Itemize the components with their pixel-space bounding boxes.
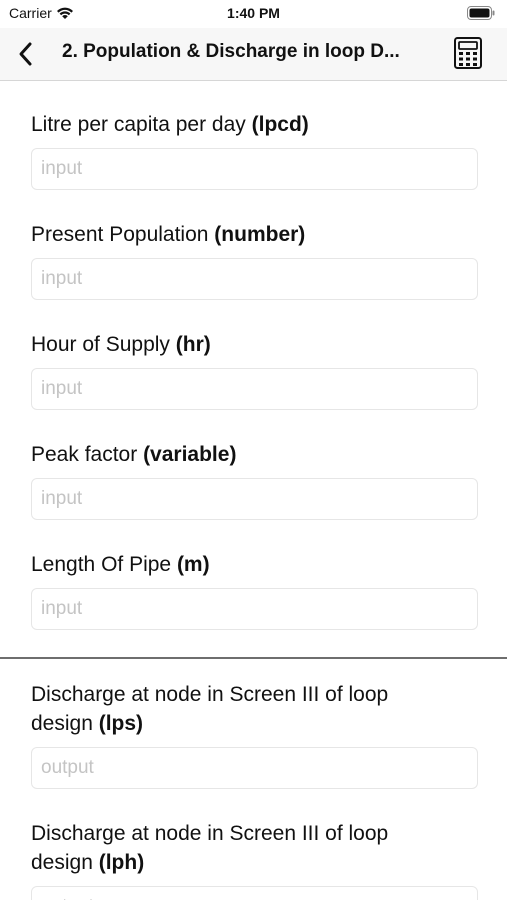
screen: Carrier 1:40 PM 2. Population & Discharg… (0, 0, 507, 900)
field-label-text: Litre per capita per day (31, 113, 252, 136)
field-label-text: Peak factor (31, 443, 144, 466)
status-bar: Carrier 1:40 PM (0, 0, 507, 28)
field-label-text: design (31, 712, 99, 735)
field-discharge-lph: Discharge at node in Screen III of loop … (0, 819, 507, 900)
section-divider (0, 657, 507, 659)
lpcd-input[interactable] (31, 148, 478, 190)
field-label-text: Discharge at node in Screen III of loop (31, 822, 389, 845)
field-label-text: Discharge at node in Screen III of loop (31, 683, 389, 706)
field-label: Present Population (number) (31, 220, 478, 249)
field-unit: (lph) (98, 851, 145, 874)
present-population-input[interactable] (31, 258, 478, 300)
field-label: Litre per capita per day (lpcd) (31, 110, 478, 139)
field-unit: (number) (214, 223, 306, 246)
hour-of-supply-input[interactable] (31, 368, 478, 410)
field-length-of-pipe: Length Of Pipe (m) (0, 550, 507, 630)
page-title: 2. Population & Discharge in loop D... (62, 41, 400, 62)
navigation-bar: 2. Population & Discharge in loop D... (0, 28, 507, 81)
chevron-left-icon (19, 42, 32, 66)
field-unit: (lps) (98, 712, 144, 735)
field-label: Hour of Supply (hr) (31, 330, 478, 359)
field-unit: (variable) (143, 443, 237, 466)
discharge-lps-output[interactable] (31, 747, 478, 789)
discharge-lph-output[interactable] (31, 886, 478, 900)
field-label-text: Hour of Supply (31, 333, 176, 356)
battery-icon (467, 6, 495, 20)
field-label: Peak factor (variable) (31, 440, 478, 469)
field-label-text: Length Of Pipe (31, 553, 177, 576)
field-label-text: Present Population (31, 223, 215, 246)
field-label-text: design (31, 851, 99, 874)
status-time: 1:40 PM (227, 5, 280, 21)
field-present-population: Present Population (number) (0, 220, 507, 300)
peak-factor-input[interactable] (31, 478, 478, 520)
field-label: Discharge at node in Screen III of loop … (31, 680, 478, 738)
field-hour-of-supply: Hour of Supply (hr) (0, 330, 507, 410)
field-peak-factor: Peak factor (variable) (0, 440, 507, 520)
field-unit: (lpcd) (251, 113, 309, 136)
length-of-pipe-input[interactable] (31, 588, 478, 630)
field-unit: (hr) (175, 333, 211, 356)
field-lpcd: Litre per capita per day (lpcd) (0, 110, 507, 190)
back-button[interactable] (8, 36, 44, 72)
calculator-icon[interactable] (451, 36, 485, 70)
field-unit: (m) (176, 553, 210, 576)
field-label: Length Of Pipe (m) (31, 550, 478, 579)
field-discharge-lps: Discharge at node in Screen III of loop … (0, 680, 507, 789)
field-label: Discharge at node in Screen III of loop … (31, 819, 478, 877)
